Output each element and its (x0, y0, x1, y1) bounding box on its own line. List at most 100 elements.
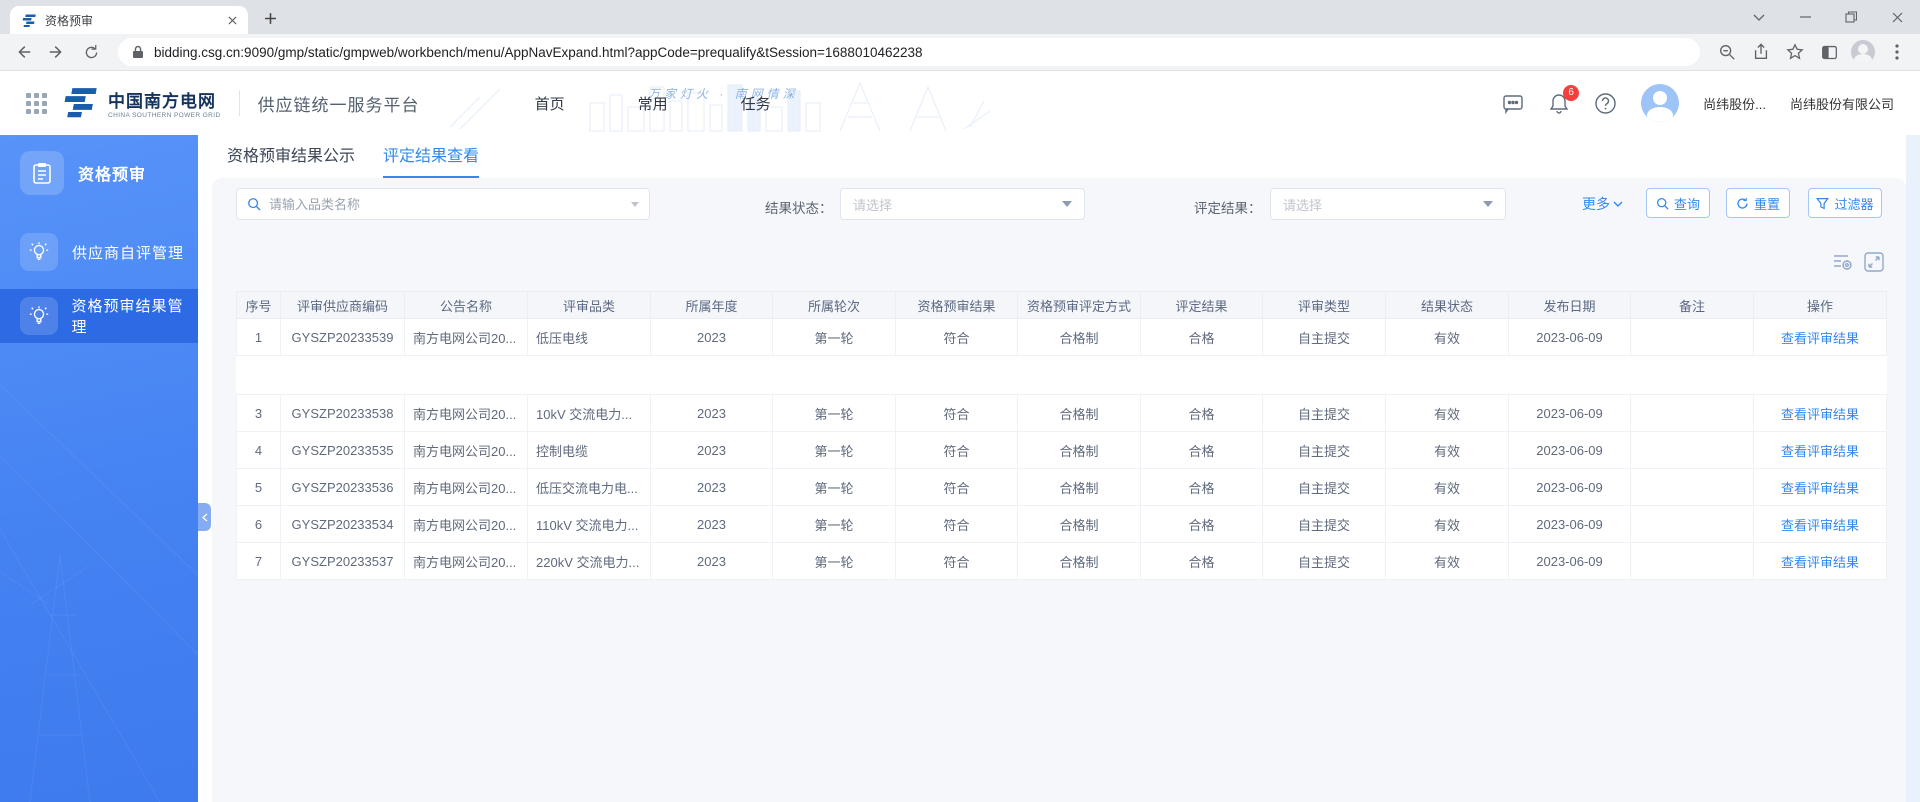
sidebar-item-supplier-self-evaluation[interactable]: 供应商自评管理 (0, 227, 198, 277)
column-header: 评定结果 (1140, 291, 1263, 319)
user-name[interactable]: 尚纬股份... (1703, 94, 1766, 113)
window-restore-button[interactable] (1828, 0, 1874, 34)
url-text: bidding.csg.cn:9090/gmp/static/gmpweb/wo… (154, 44, 923, 60)
evaluation-result-label: 评定结果： (1194, 201, 1262, 216)
table-cell: 有效 (1385, 468, 1509, 506)
tab-evaluation-result-view[interactable]: 评定结果查看 (383, 142, 480, 178)
app-grid-icon[interactable] (26, 92, 47, 114)
table-cell: 南方电网公司20... (404, 468, 528, 506)
sidebar-collapse-handle[interactable] (198, 503, 211, 531)
table-cell: 2023 (650, 318, 773, 356)
result-status-select[interactable]: 请选择 (840, 188, 1085, 220)
table-cell (1630, 431, 1754, 469)
column-header: 评审类型 (1262, 291, 1386, 319)
app-header: 万家灯火 · 南网情深 中国南方电网 CHINA SOUTHERN POWER … (0, 71, 1920, 135)
nav-frequent[interactable]: 常用 (638, 93, 668, 114)
fullscreen-icon[interactable] (1864, 252, 1884, 272)
action-cell: 查看评审结果 (1753, 505, 1887, 543)
table-cell: 符合 (895, 468, 1018, 506)
table-cell: 第一轮 (772, 394, 896, 432)
column-header: 资格预审评定方式 (1017, 291, 1141, 319)
table-cell: 合格 (1140, 542, 1263, 580)
table-cell: 2023 (650, 542, 773, 580)
reset-button[interactable]: 重置 (1726, 188, 1790, 218)
zoom-out-icon[interactable] (1712, 37, 1742, 67)
table-cell: 2023-06-09 (1508, 394, 1631, 432)
new-tab-button[interactable] (256, 4, 284, 32)
category-search-input-wrap (236, 188, 650, 220)
table-row: 4 GYSZP20233535 南方电网公司20... 控制电缆 2023 第一轮 符合 合格… (236, 431, 1887, 469)
table-cell: 2023-06-09 (1508, 318, 1631, 356)
search-icon (247, 197, 261, 211)
more-filters-link[interactable]: 更多 (1582, 194, 1623, 214)
view-review-result-link[interactable]: 查看评审结果 (1781, 444, 1859, 459)
table-cell: 自主提交 (1262, 505, 1386, 543)
table-cell (1630, 505, 1754, 543)
user-avatar[interactable] (1641, 84, 1680, 122)
back-button[interactable] (8, 37, 38, 67)
sidebar-item-prequalification-result-management[interactable]: 资格预审结果管理 (0, 289, 198, 343)
side-panel-icon[interactable] (1814, 37, 1844, 67)
table-row: 6 GYSZP20233534 南方电网公司20... 110kV 交流电力... 20… (236, 505, 1887, 543)
window-menu-chevron-icon[interactable] (1736, 0, 1782, 34)
table-cell (1630, 394, 1754, 432)
more-label: 更多 (1582, 196, 1610, 212)
table-cell: 110kV 交流电力... (527, 505, 651, 543)
table-cell: 第一轮 (772, 468, 896, 506)
share-icon[interactable] (1746, 37, 1776, 67)
browser-menu-kebab-icon[interactable] (1882, 37, 1912, 67)
reload-button[interactable] (76, 37, 106, 67)
category-search-input[interactable] (269, 196, 623, 212)
clipboard-icon (20, 151, 64, 195)
table-cell: 合格 (1140, 468, 1263, 506)
table-cell: 6 (236, 505, 281, 543)
scrollbar-track[interactable] (1906, 135, 1920, 802)
nav-tasks[interactable]: 任务 (741, 93, 771, 114)
notification-bell-icon[interactable]: 6 (1548, 84, 1580, 115)
table-cell: 第一轮 (772, 542, 896, 580)
forward-button[interactable] (42, 37, 72, 67)
main-nav: 首页 常用 任务 (535, 93, 771, 114)
sidebar-item-label: 供应商自评管理 (72, 244, 185, 262)
view-review-result-link[interactable]: 查看评审结果 (1781, 518, 1859, 533)
table-cell: 符合 (895, 542, 1018, 580)
view-review-result-link[interactable]: 查看评审结果 (1781, 331, 1859, 346)
address-bar[interactable]: bidding.csg.cn:9090/gmp/static/gmpweb/wo… (118, 38, 1700, 66)
evaluation-result-select[interactable]: 请选择 (1270, 188, 1506, 220)
view-review-result-link[interactable]: 查看评审结果 (1781, 481, 1859, 496)
table-cell: 2023 (650, 468, 773, 506)
tab-prequalification-result-publicity[interactable]: 资格预审结果公示 (227, 142, 355, 178)
table-cell: 低压电线 (527, 318, 651, 356)
table-cell: 南方电网公司20... (404, 318, 528, 356)
table-cell: 有效 (1385, 505, 1509, 543)
view-review-result-link[interactable]: 查看评审结果 (1781, 407, 1859, 422)
tab-close-icon[interactable] (224, 12, 240, 28)
table-row: 1 GYSZP20233539 南方电网公司20... 低压电线 2023 第一轮 符合 合格… (236, 318, 1887, 356)
browser-tab[interactable]: 资格预审 (10, 6, 248, 34)
nav-home[interactable]: 首页 (535, 93, 565, 114)
browser-profile-avatar[interactable] (1848, 37, 1878, 67)
table-cell: 2023-06-09 (1508, 431, 1631, 469)
table-cell: 合格制 (1017, 394, 1141, 432)
table-cell (1630, 468, 1754, 506)
action-cell: 查看评审结果 (1753, 431, 1887, 469)
view-review-result-link[interactable]: 查看评审结果 (1781, 555, 1859, 570)
table-row: 3 GYSZP20233538 南方电网公司20... 10kV 交流电力... 202… (236, 394, 1887, 432)
lock-icon[interactable] (132, 45, 144, 59)
help-icon[interactable] (1594, 92, 1617, 115)
search-dropdown-caret-icon[interactable] (631, 201, 639, 207)
message-icon[interactable] (1502, 92, 1524, 114)
action-cell: 查看评审结果 (1753, 394, 1887, 432)
sidebar-item-prequalification[interactable]: 资格预审 (0, 135, 198, 195)
table-cell: GYSZP20233539 (280, 318, 405, 356)
table-cell: 合格 (1140, 431, 1263, 469)
table-cell: 符合 (895, 394, 1018, 432)
column-settings-icon[interactable] (1832, 252, 1854, 272)
table-cell: 5 (236, 468, 281, 506)
filter-button[interactable]: 过滤器 (1808, 188, 1882, 218)
bookmark-star-icon[interactable] (1780, 37, 1810, 67)
company-name[interactable]: 尚纬股份有限公司 (1790, 94, 1894, 113)
window-close-button[interactable] (1874, 0, 1920, 34)
query-button[interactable]: 查询 (1646, 188, 1710, 218)
window-minimize-button[interactable] (1782, 0, 1828, 34)
